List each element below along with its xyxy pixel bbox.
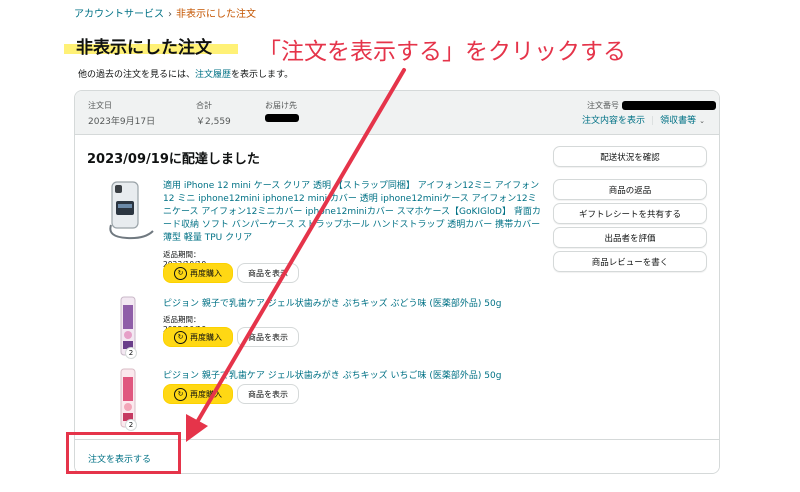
rebuy-icon: ↻ [174, 387, 187, 401]
view-product-button[interactable]: 商品を表示 [237, 327, 299, 347]
receipt-link[interactable]: 領収書等 [660, 116, 696, 126]
rebuy-label: 再度購入 [190, 268, 222, 278]
page-title: 非表示にした注文 [76, 38, 212, 58]
quantity-badge: 2 [125, 347, 137, 359]
breadcrumb-separator: › [168, 9, 172, 20]
hint-before: 他の過去の注文を見るには、 [78, 70, 196, 80]
phone-case-thumbnail[interactable] [105, 181, 157, 241]
product-title-link[interactable]: ピジョン 親子で乳歯ケア ジェル状歯みがき ぷちキッズ ぶどう味 (医薬部外品)… [163, 298, 543, 311]
ship-to-label: お届け先 [265, 101, 297, 110]
view-product-button[interactable]: 商品を表示 [237, 263, 299, 283]
order-total: 合計 ￥2,559 [196, 100, 231, 127]
annotation-instruction: 「注文を表示する」をクリックする [258, 39, 626, 65]
rebuy-label: 再度購入 [190, 332, 222, 342]
order-card: 注文日 2023年9月17日 合計 ￥2,559 お届け先 注文番号 注文内容を… [74, 90, 720, 474]
annotation-highlight-box [66, 432, 181, 474]
redacted-order-number [621, 101, 716, 110]
order-date: 注文日 2023年9月17日 [88, 100, 155, 127]
ship-to-value[interactable] [265, 114, 299, 125]
quantity-badge: 2 [125, 419, 137, 431]
hint-after: を表示します。 [231, 70, 294, 80]
rebuy-button[interactable]: ↻ 再度購入 [163, 384, 233, 404]
breadcrumb-current: 非表示にした注文 [176, 9, 256, 20]
rebuy-label: 再度購入 [190, 389, 222, 399]
order-number-label: 注文番号 [587, 101, 619, 110]
track-package-button[interactable]: 配送状況を確認 [553, 146, 707, 167]
order-date-value: 2023年9月17日 [88, 117, 156, 127]
order-number: 注文番号 [587, 100, 716, 111]
redacted-name [265, 114, 299, 122]
order-history-link[interactable]: 注文履歴 [195, 70, 231, 80]
rebuy-button[interactable]: ↻ 再度購入 [163, 327, 233, 347]
order-header: 注文日 2023年9月17日 合計 ￥2,559 お届け先 注文番号 注文内容を… [75, 91, 719, 135]
order-header-links: 注文内容を表示 | 領収書等 ⌄ [582, 113, 705, 126]
order-total-label: 合計 [196, 101, 212, 110]
rebuy-button[interactable]: ↻ 再度購入 [163, 263, 233, 283]
order-date-label: 注文日 [88, 101, 112, 110]
share-gift-receipt-button[interactable]: ギフトレシートを共有する [553, 203, 707, 224]
chevron-down-icon[interactable]: ⌄ [699, 117, 705, 125]
product-title-link[interactable]: ピジョン 親子で乳歯ケア ジェル状歯みがき ぷちキッズ いちご味 (医薬部外品)… [163, 370, 543, 383]
rate-seller-button[interactable]: 出品者を評価 [553, 227, 707, 248]
product-title-link[interactable]: 適用 iPhone 12 mini ケース クリア 透明 【ストラップ同梱】 ア… [163, 180, 543, 245]
return-items-button[interactable]: 商品の返品 [553, 179, 707, 200]
order-history-hint: 他の過去の注文を見るには、注文履歴を表示します。 [78, 67, 293, 80]
write-review-button[interactable]: 商品レビューを書く [553, 251, 707, 272]
view-product-button[interactable]: 商品を表示 [237, 384, 299, 404]
breadcrumb-account-service[interactable]: アカウントサービス [74, 9, 164, 20]
rebuy-icon: ↻ [174, 330, 187, 344]
order-details-link[interactable]: 注文内容を表示 [582, 116, 645, 126]
delivery-status: 2023/09/19に配達しました [87, 152, 260, 167]
link-divider: | [651, 116, 655, 126]
rebuy-icon: ↻ [174, 266, 187, 280]
breadcrumb: アカウントサービス › 非表示にした注文 [74, 5, 256, 20]
order-total-value: ￥2,559 [196, 117, 231, 127]
order-ship-to: お届け先 [265, 100, 299, 125]
